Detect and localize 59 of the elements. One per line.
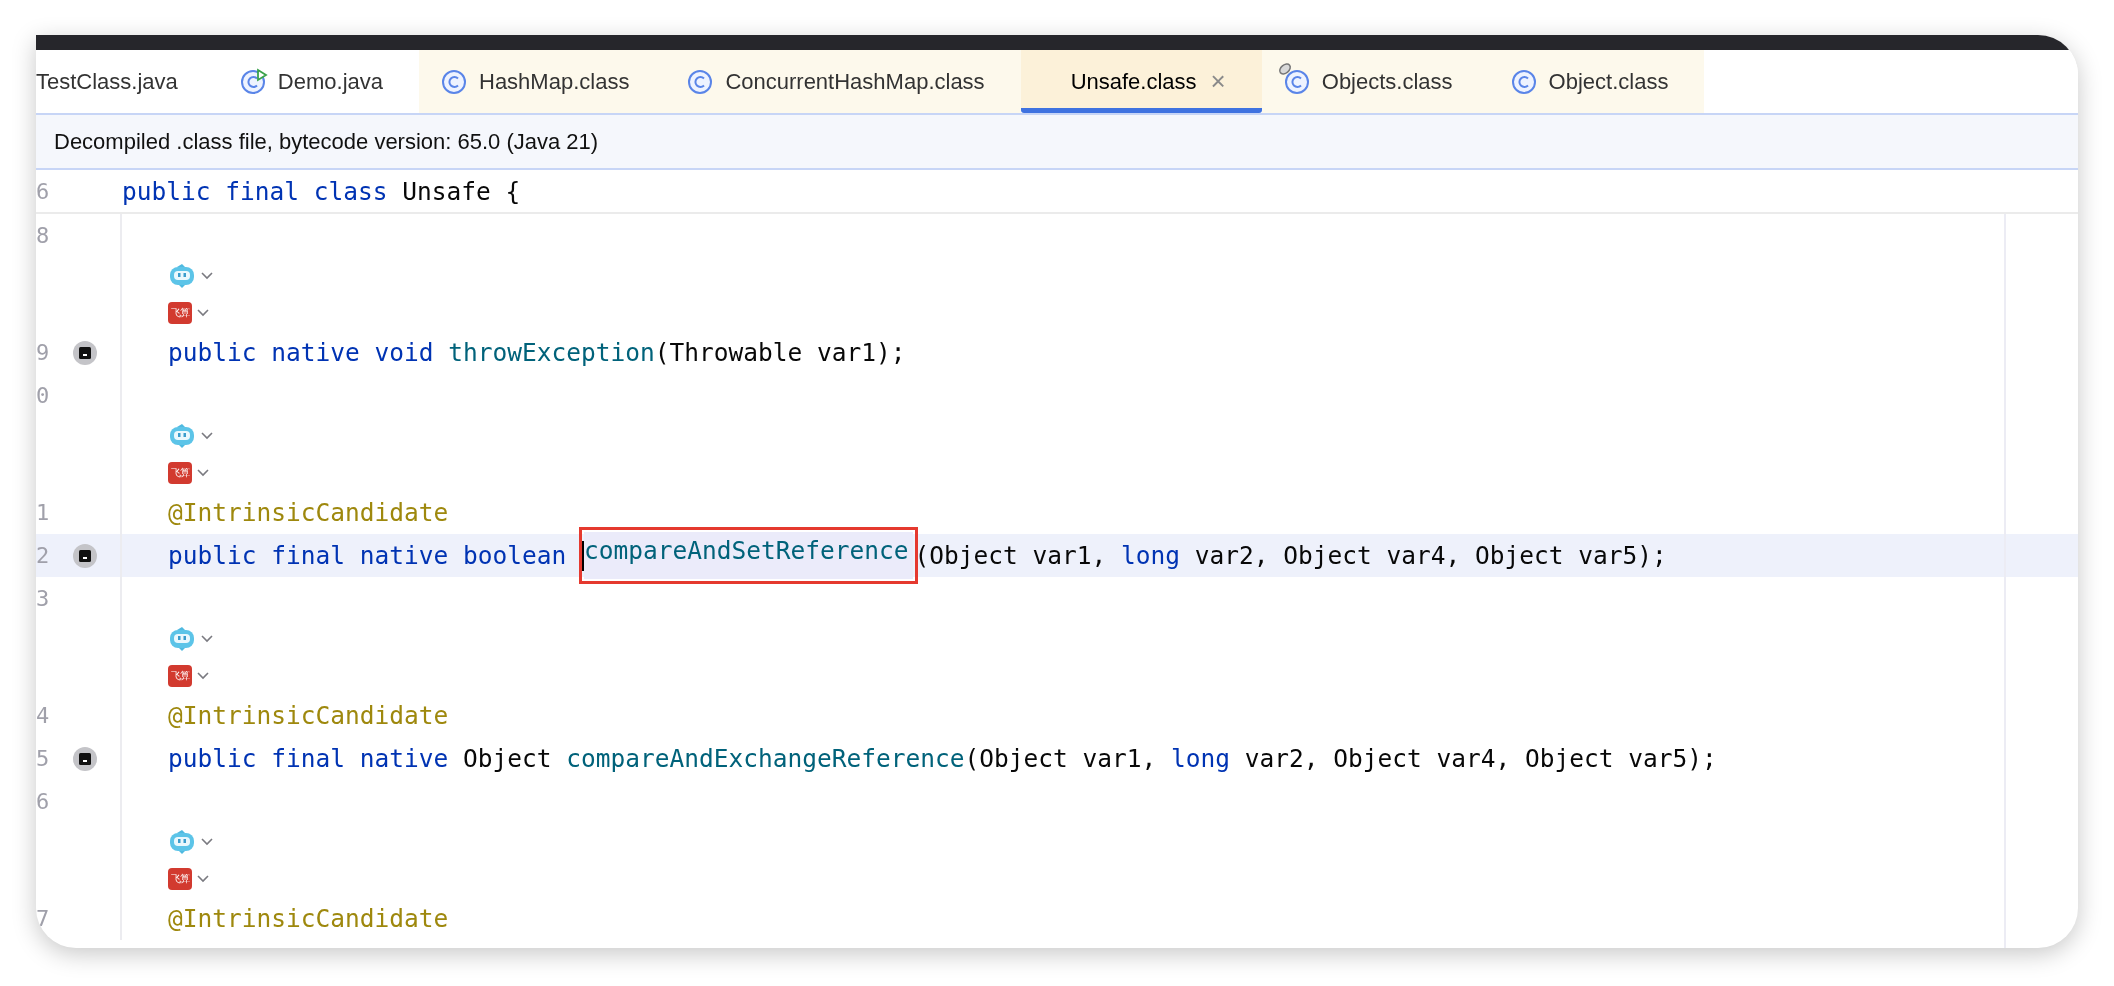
native-method-icon[interactable] [72, 542, 98, 569]
code-text: compareAndExchangeReference [566, 744, 965, 773]
code-text: var2, Object var4, Object var5); [1194, 541, 1667, 570]
chevron-down-icon[interactable] [196, 467, 210, 478]
robot-icon[interactable] [168, 422, 196, 449]
native-method-icon[interactable] [72, 339, 98, 366]
editor-tab[interactable]: HashMap.class [419, 50, 666, 113]
code-text: Object [463, 744, 553, 773]
robot-icon[interactable] [168, 262, 196, 289]
chevron-down-icon[interactable] [200, 270, 214, 281]
editor-tab[interactable]: ConcurrentHashMap.class [665, 50, 1021, 113]
annotation-text: @IntrinsicCandidate [168, 904, 449, 933]
native-method-icon[interactable] [72, 745, 98, 772]
code-text: public native void [168, 338, 435, 367]
chevron-down-icon[interactable] [200, 430, 214, 441]
code-text: Unsafe { [402, 176, 521, 206]
code-text: (Object var1, [964, 744, 1158, 773]
plugin-badge[interactable]: 飞算 [168, 461, 192, 484]
line-number: 0 [36, 383, 50, 408]
class-icon [1283, 67, 1312, 96]
line-number: 6 [36, 178, 50, 204]
line-number: 5 [36, 746, 50, 771]
chevron-down-icon[interactable] [196, 307, 210, 318]
code-text: var2, Object var4, Object var5); [1244, 744, 1717, 773]
class-icon [441, 67, 469, 96]
plugin-badge[interactable]: 飞算 [168, 664, 192, 687]
line-number: 3 [36, 586, 50, 611]
editor-tab[interactable]: Objects.class [1261, 50, 1489, 113]
line-number: 8 [36, 223, 50, 248]
info-banner-text: Decompiled .class file, bytecode version: 65.0 (Java 21) [54, 128, 599, 155]
code-text: long [1121, 541, 1182, 570]
editor-tab[interactable]: Unsafe.class × [1020, 50, 1262, 113]
code-text: public final native boolean [168, 541, 568, 570]
code-text: public final class [122, 176, 389, 206]
chevron-down-icon[interactable] [200, 633, 214, 644]
line-number: 9 [36, 340, 50, 365]
code-text: public final native [168, 744, 450, 773]
line-number: 1 [36, 500, 50, 525]
chevron-down-icon[interactable] [196, 670, 210, 681]
line-number: 6 [36, 789, 50, 814]
annotation-text: @IntrinsicCandidate [168, 498, 449, 527]
runnable-class-icon [239, 67, 268, 96]
class-icon [1510, 67, 1539, 96]
chevron-down-icon[interactable] [196, 873, 210, 884]
code-text: (Object var1, [914, 541, 1108, 570]
plugin-badge[interactable]: 飞算 [168, 867, 192, 890]
plugin-badge[interactable]: 飞算 [168, 301, 192, 324]
code-text: long [1171, 744, 1232, 773]
line-number: 4 [36, 703, 50, 728]
line-number: 2 [36, 543, 50, 568]
editor-tab[interactable]: Object.class [1488, 50, 1705, 113]
robot-icon[interactable] [168, 828, 196, 855]
robot-icon[interactable] [168, 625, 196, 652]
pin-icon [1277, 61, 1292, 76]
code-text: (Throwable var1); [654, 338, 906, 367]
annotation-text: @IntrinsicCandidate [168, 701, 449, 730]
chevron-down-icon[interactable] [200, 836, 214, 847]
code-text: throwException [448, 338, 655, 367]
line-number: 7 [36, 906, 50, 931]
